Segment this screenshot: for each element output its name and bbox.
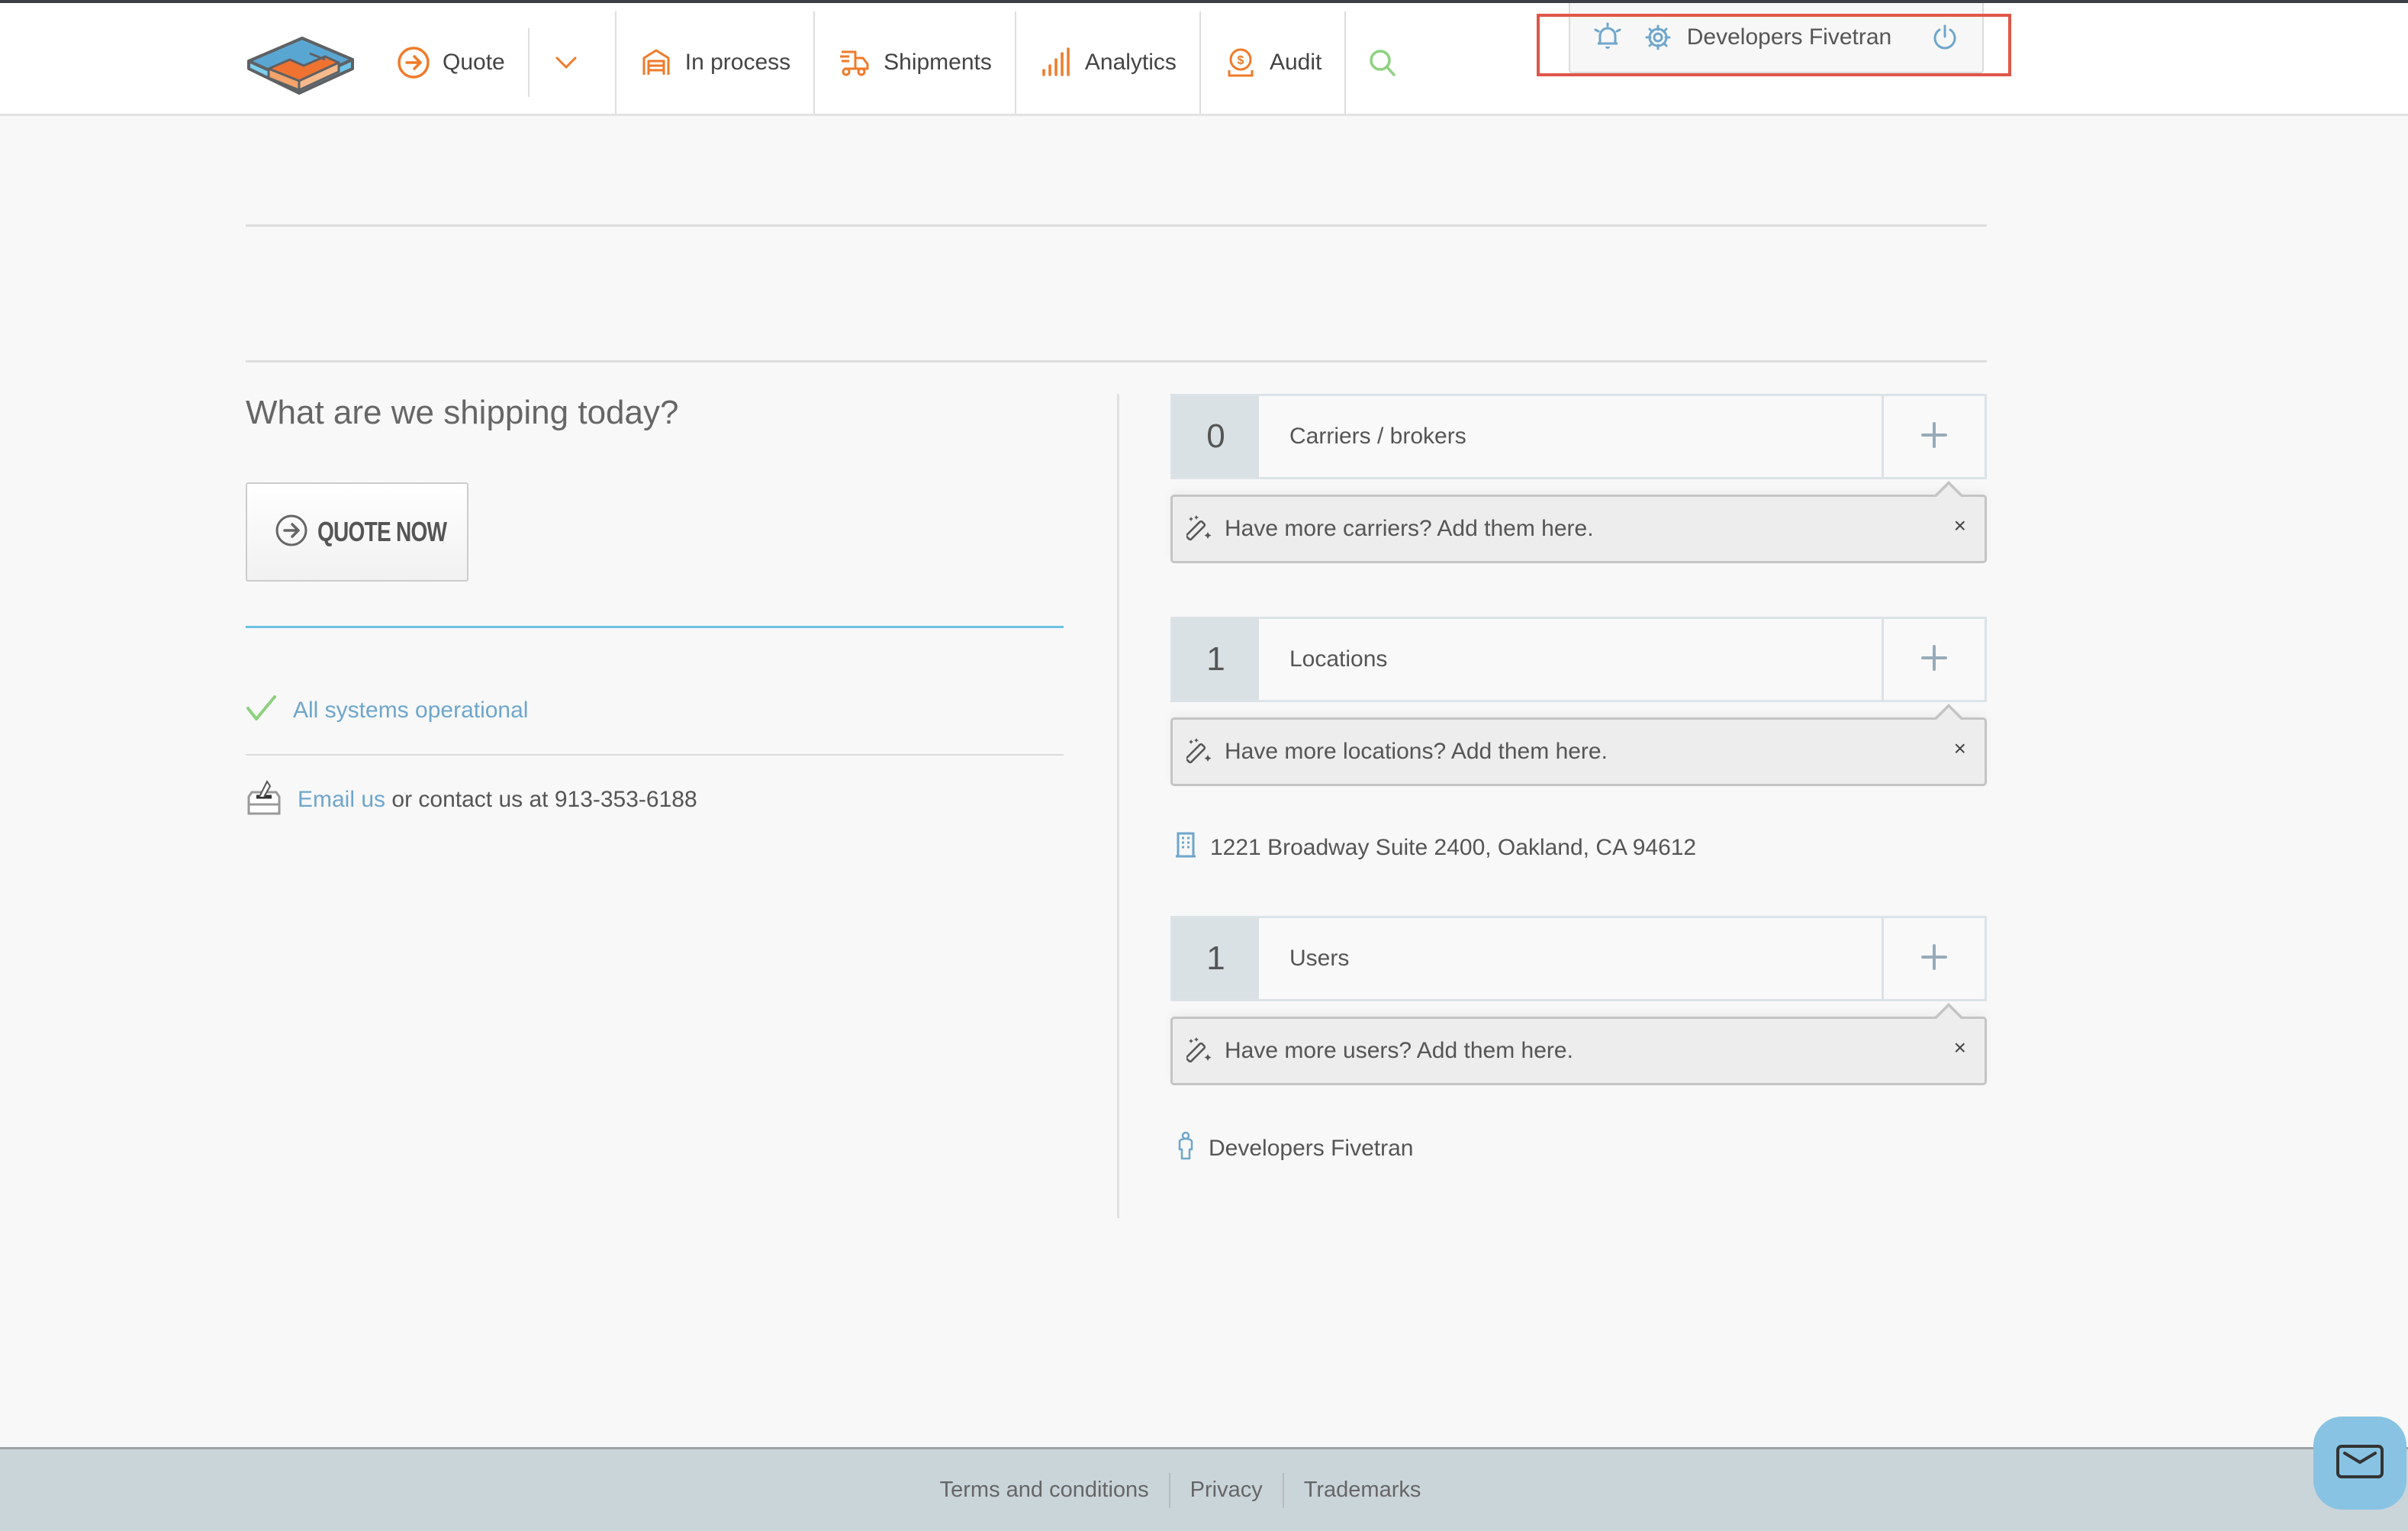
add-location-button[interactable] — [1882, 619, 1985, 700]
email-us-link[interactable]: Email us — [298, 787, 385, 812]
locations-tip: Have more locations? Add them here. × — [1170, 704, 1987, 786]
plus-icon — [1921, 943, 1947, 974]
plus-icon — [1921, 644, 1947, 675]
location-address[interactable]: 1221 Broadway Suite 2400, Oakland, CA 94… — [1210, 835, 1696, 861]
nav-quote-label: Quote — [443, 50, 505, 75]
page-headline: What are we shipping today? — [246, 394, 679, 431]
users-count: 1 — [1173, 918, 1259, 999]
close-icon[interactable]: × — [1954, 1036, 1966, 1060]
building-icon — [1175, 832, 1196, 864]
locations-card: 1 Locations — [1170, 617, 1987, 702]
user-entry: Developers Fivetran — [1177, 1131, 1413, 1166]
magic-wand-icon — [1185, 1036, 1214, 1067]
users-tip-text: Have more users? Add them here. — [1225, 1038, 1573, 1063]
close-icon[interactable]: × — [1954, 736, 1966, 761]
section-divider — [246, 360, 1987, 363]
dollar-coin-icon: $ — [1224, 46, 1257, 79]
nav-audit-label: Audit — [1269, 50, 1322, 75]
nav-quote[interactable]: Quote — [374, 18, 528, 107]
close-icon[interactable]: × — [1954, 514, 1966, 538]
system-status-link[interactable]: All systems operational — [293, 698, 528, 724]
add-user-button[interactable] — [1882, 918, 1985, 999]
checkmark-icon — [246, 695, 278, 726]
footer-links: Terms and conditions Privacy Trademarks — [920, 1472, 1441, 1508]
chevron-down-icon — [549, 46, 583, 79]
plus-icon — [1921, 421, 1947, 452]
page-footer: Terms and conditions Privacy Trademarks — [0, 1447, 2408, 1531]
nav-analytics[interactable]: Analytics — [1016, 18, 1199, 107]
delivery-truck-icon — [838, 46, 871, 79]
arrow-circle-right-icon — [275, 514, 308, 551]
magic-wand-icon — [1185, 736, 1214, 768]
magic-wand-icon — [1185, 514, 1214, 545]
search-button[interactable] — [1346, 18, 1431, 107]
contact-chat-button[interactable] — [2313, 1417, 2406, 1510]
nav-audit[interactable]: $ Audit — [1201, 18, 1344, 107]
user-name-link[interactable]: Developers Fivetran — [1687, 24, 1891, 50]
carriers-tip-text: Have more carriers? Add them here. — [1225, 516, 1594, 541]
nav-in-process[interactable]: In process — [616, 18, 813, 107]
svg-text:$: $ — [1237, 54, 1244, 67]
person-icon — [1177, 1131, 1195, 1166]
locations-count: 1 — [1173, 619, 1259, 700]
quote-dropdown-toggle[interactable] — [530, 18, 615, 107]
locations-label[interactable]: Locations — [1259, 619, 1882, 700]
gear-icon[interactable] — [1643, 22, 1673, 53]
locations-tip-text: Have more locations? Add them here. — [1225, 739, 1608, 764]
nav-in-process-label: In process — [684, 50, 791, 75]
power-icon[interactable] — [1930, 22, 1960, 53]
search-icon — [1366, 46, 1399, 79]
garage-icon — [639, 46, 673, 79]
contact-phone-text: or contact us at 913-353-6188 — [385, 787, 697, 812]
users-tip: Have more users? Add them here. × — [1170, 1003, 1987, 1085]
users-card: 1 Users — [1170, 916, 1987, 1001]
bell-icon[interactable] — [1592, 22, 1623, 53]
trademarks-link[interactable]: Trademarks — [1284, 1478, 1441, 1503]
user-entry-name[interactable]: Developers Fivetran — [1209, 1136, 1413, 1162]
company-logo[interactable] — [246, 34, 354, 95]
contact-text: Email us or contact us at 913-353-6188 — [298, 787, 697, 813]
nav-shipments[interactable]: Shipments — [815, 18, 1015, 107]
users-label[interactable]: Users — [1259, 918, 1882, 999]
section-divider — [246, 224, 1987, 227]
terms-link[interactable]: Terms and conditions — [920, 1478, 1169, 1503]
bar-signal-icon — [1039, 46, 1073, 79]
divider — [246, 754, 1064, 756]
main-nav: Quote In process Shipments Analytics $ A… — [374, 11, 1431, 114]
add-carrier-button[interactable] — [1882, 396, 1985, 477]
column-divider — [1117, 394, 1119, 1218]
carriers-label[interactable]: Carriers / brokers — [1259, 396, 1882, 477]
quote-now-label: QUOTE NOW — [317, 516, 447, 547]
quote-section: What are we shipping today? QUOTE NOW Al… — [246, 389, 1064, 815]
nav-shipments-label: Shipments — [884, 50, 992, 75]
top-navigation-bar: Quote In process Shipments Analytics $ A… — [0, 3, 2408, 116]
accent-divider — [246, 626, 1064, 628]
ballot-box-icon — [246, 778, 282, 821]
carriers-tip: Have more carriers? Add them here. × — [1170, 481, 1987, 563]
quote-now-button[interactable]: QUOTE NOW — [246, 482, 468, 582]
privacy-link[interactable]: Privacy — [1170, 1478, 1283, 1503]
envelope-icon — [2336, 1444, 2384, 1483]
user-panel: Developers Fivetran — [1569, 3, 1984, 73]
nav-analytics-label: Analytics — [1084, 50, 1177, 75]
arrow-circle-right-icon — [397, 46, 430, 79]
location-entry: 1221 Broadway Suite 2400, Oakland, CA 94… — [1175, 832, 1696, 864]
carriers-card: 0 Carriers / brokers — [1170, 394, 1987, 479]
carriers-count: 0 — [1173, 396, 1259, 477]
contact-info: Email us or contact us at 913-353-6188 — [246, 778, 697, 821]
system-status: All systems operational — [246, 695, 528, 726]
